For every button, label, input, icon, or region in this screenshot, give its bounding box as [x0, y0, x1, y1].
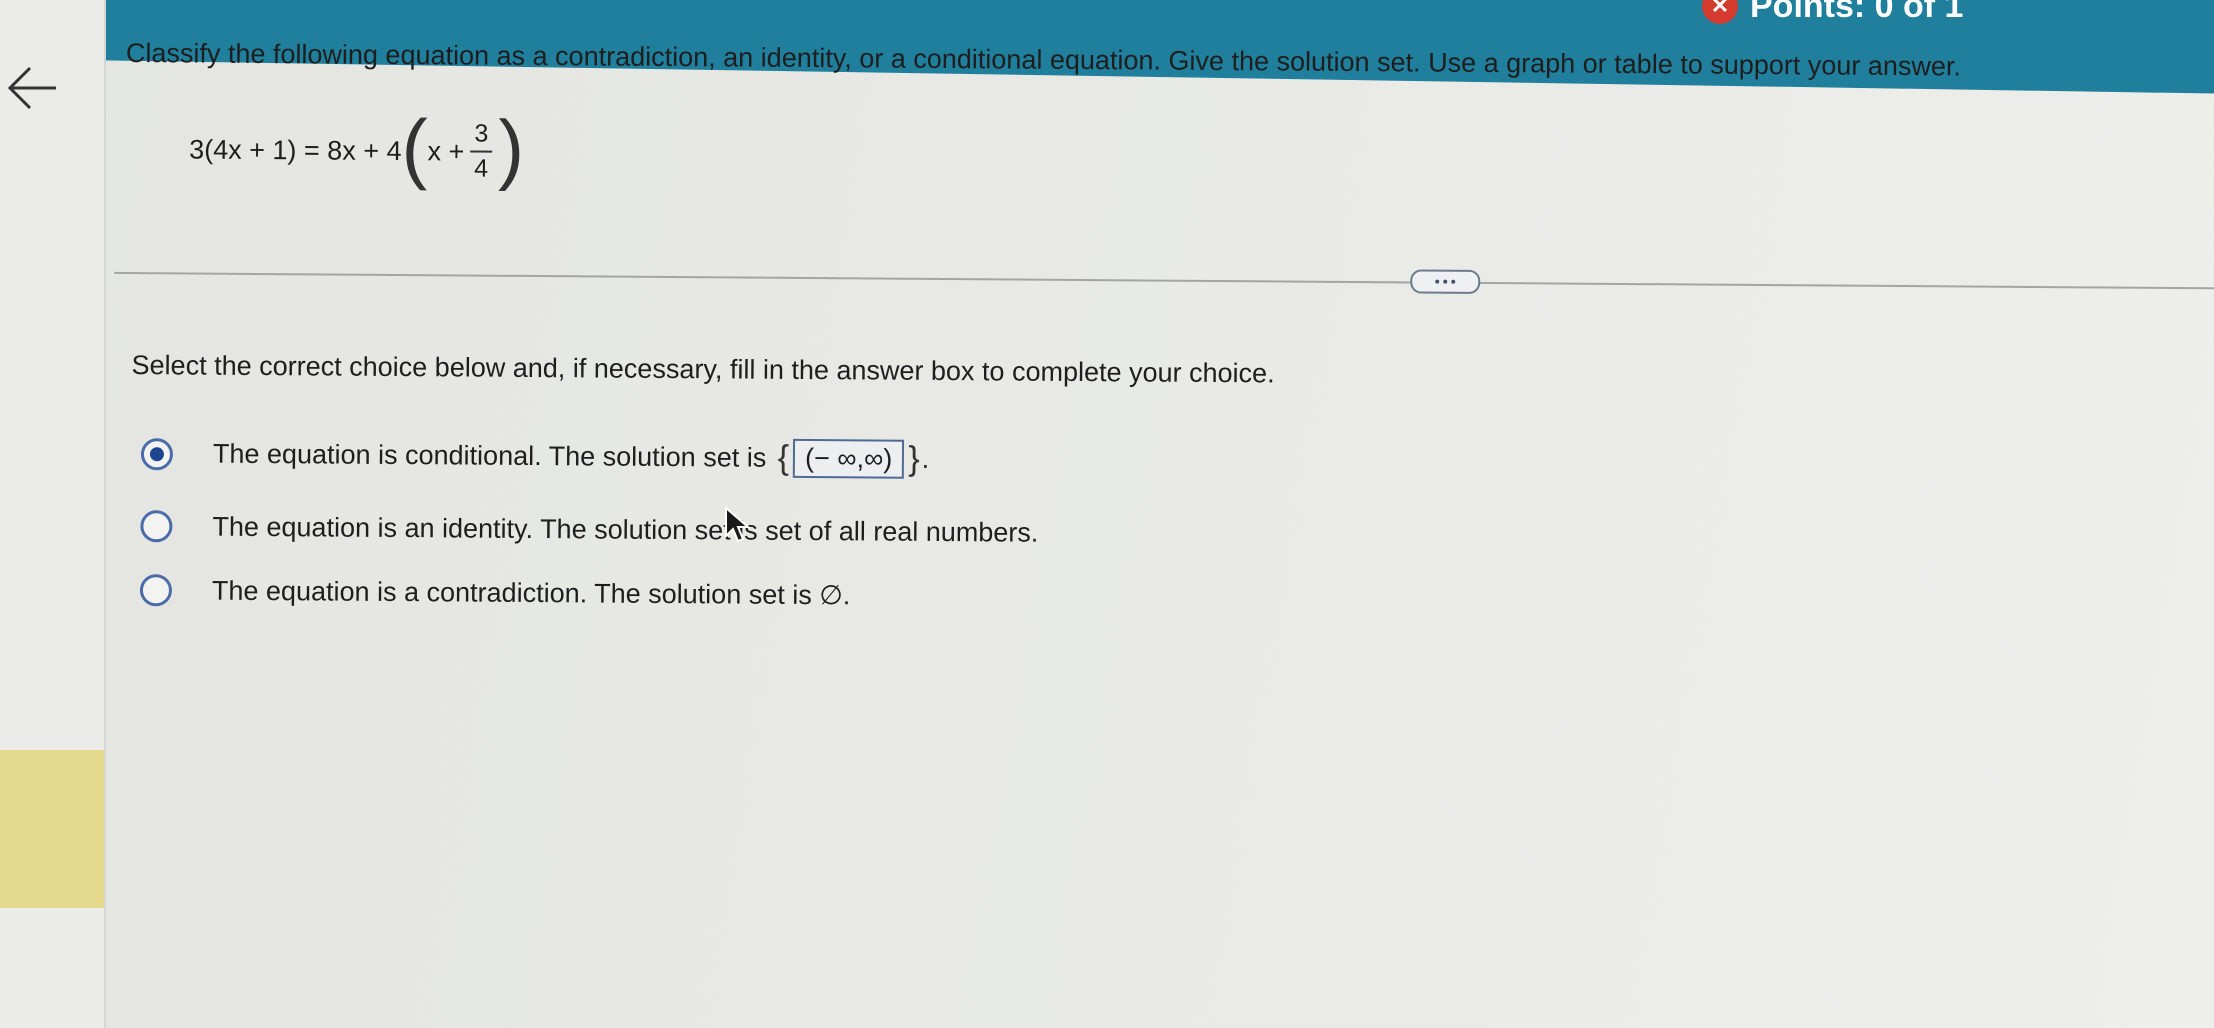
radio-identity[interactable]	[140, 510, 173, 543]
choice-contradiction[interactable]: The equation is a contradiction. The sol…	[139, 574, 851, 611]
fraction-denominator: 4	[474, 154, 489, 183]
points-label: Points: 0 of 1	[1750, 0, 1964, 25]
radio-selected-dot	[149, 446, 165, 461]
radio-conditional[interactable]	[140, 437, 174, 470]
choice-identity[interactable]: The equation is an identity. The solutio…	[140, 510, 1038, 549]
choice-conditional-text: The equation is conditional. The solutio…	[212, 438, 767, 473]
equation-left: 3(4x + 1) = 8x + 4	[189, 133, 402, 166]
left-highlight-block	[0, 750, 104, 908]
radio-contradiction[interactable]	[139, 574, 173, 607]
choice-conditional[interactable]: The equation is conditional. The solutio…	[140, 434, 930, 479]
more-dot	[1443, 279, 1448, 284]
fraction: 3 4	[470, 119, 493, 184]
choice-identity-text: The equation is an identity. The solutio…	[212, 511, 1039, 548]
solution-set-answer-box[interactable]: (− ∞,∞)	[792, 438, 905, 479]
incorrect-x-icon: ✕	[1702, 0, 1738, 24]
open-paren: (	[401, 103, 428, 192]
more-options-button[interactable]	[1410, 269, 1481, 294]
back-arrow-icon[interactable]	[4, 60, 60, 116]
mouse-pointer-icon	[725, 506, 750, 543]
choice-contradiction-text: The equation is a contradiction. The sol…	[211, 575, 851, 610]
more-dots-icon	[1435, 279, 1440, 284]
choice-conditional-period: .	[921, 443, 930, 474]
instruction-text: Select the correct choice below and, if …	[131, 350, 1275, 389]
equation: 3(4x + 1) = 8x + 4 ( x + 3 4 )	[189, 103, 524, 192]
close-brace: }	[908, 439, 920, 478]
equation-inner: x +	[427, 135, 465, 166]
points-indicator: ✕ Points: 0 of 1	[1702, 0, 1963, 26]
divider	[114, 271, 2214, 290]
fraction-numerator: 3	[470, 119, 493, 153]
more-dot	[1451, 279, 1456, 284]
close-paren: )	[497, 103, 525, 192]
open-brace: {	[768, 438, 790, 477]
